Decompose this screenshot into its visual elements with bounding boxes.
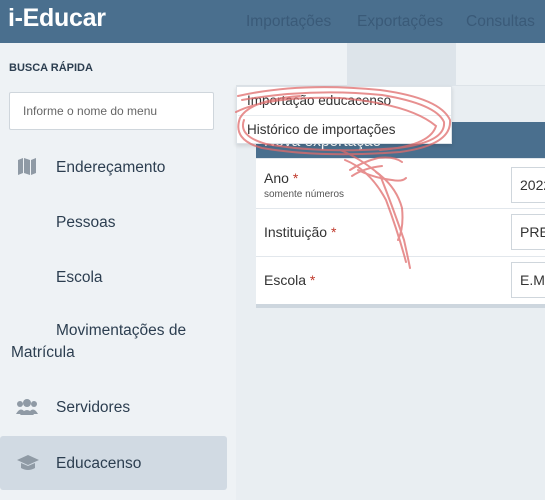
sidebar-item-label: Escola xyxy=(56,269,103,286)
menu-exportacoes[interactable]: Exportações xyxy=(357,13,443,31)
sidebar-item-escola[interactable]: Escola xyxy=(0,260,227,296)
app-logo[interactable]: i-Educar xyxy=(8,4,106,33)
sidebar-item-pessoas[interactable]: Pessoas xyxy=(0,205,227,241)
sidebar-item-label: Pessoas xyxy=(56,214,116,231)
map-icon xyxy=(16,157,38,177)
field-label: Ano * xyxy=(264,170,299,186)
importacoes-dropdown: Importação educacenso Histórico de impor… xyxy=(236,86,452,144)
menu-consultas[interactable]: Consultas xyxy=(466,13,535,31)
field-label: Instituição * xyxy=(264,224,337,240)
users-icon xyxy=(16,397,38,417)
sidebar-item-servidores[interactable]: Servidores xyxy=(0,390,227,426)
sidebar-item-label-line2: Matrícula xyxy=(11,344,75,361)
menu-search-input[interactable] xyxy=(9,92,214,130)
sidebar-item-enderecamento[interactable]: Endereçamento xyxy=(0,150,227,186)
menu-importacoes[interactable]: Importações xyxy=(246,13,331,31)
dropdown-divider xyxy=(238,115,451,116)
sidebar-item-movimentacoes[interactable]: Movimentações de Matrícula xyxy=(11,320,226,364)
field-label: Escola * xyxy=(264,272,316,288)
sidebar-item-label: Endereçamento xyxy=(56,159,166,176)
form-row-escola: Escola * E.M. xyxy=(256,256,545,304)
sidebar-item-educacenso[interactable]: Educacenso xyxy=(0,436,227,490)
dropdown-item-importacao-educacenso[interactable]: Importação educacenso xyxy=(247,93,391,108)
ano-input[interactable]: 2022 xyxy=(511,167,545,203)
sidebar-item-label: Servidores xyxy=(56,399,131,416)
form-row-ano: Ano * somente números 2022 xyxy=(256,158,545,208)
dropdown-item-historico-importacoes[interactable]: Histórico de importações xyxy=(247,122,396,137)
sidebar-item-label: Movimentações de xyxy=(56,322,187,339)
escola-select[interactable]: E.M. xyxy=(511,262,545,298)
graduation-cap-icon xyxy=(16,453,39,473)
instituicao-select[interactable]: PRE xyxy=(511,214,545,250)
field-hint: somente números xyxy=(264,189,345,200)
form-row-instituicao: Instituição * PRE xyxy=(256,208,545,256)
menu-hover-highlight xyxy=(347,43,456,86)
sidebar-item-label: Educacenso xyxy=(56,455,142,472)
quick-search-label: BUSCA RÁPIDA xyxy=(9,62,93,74)
